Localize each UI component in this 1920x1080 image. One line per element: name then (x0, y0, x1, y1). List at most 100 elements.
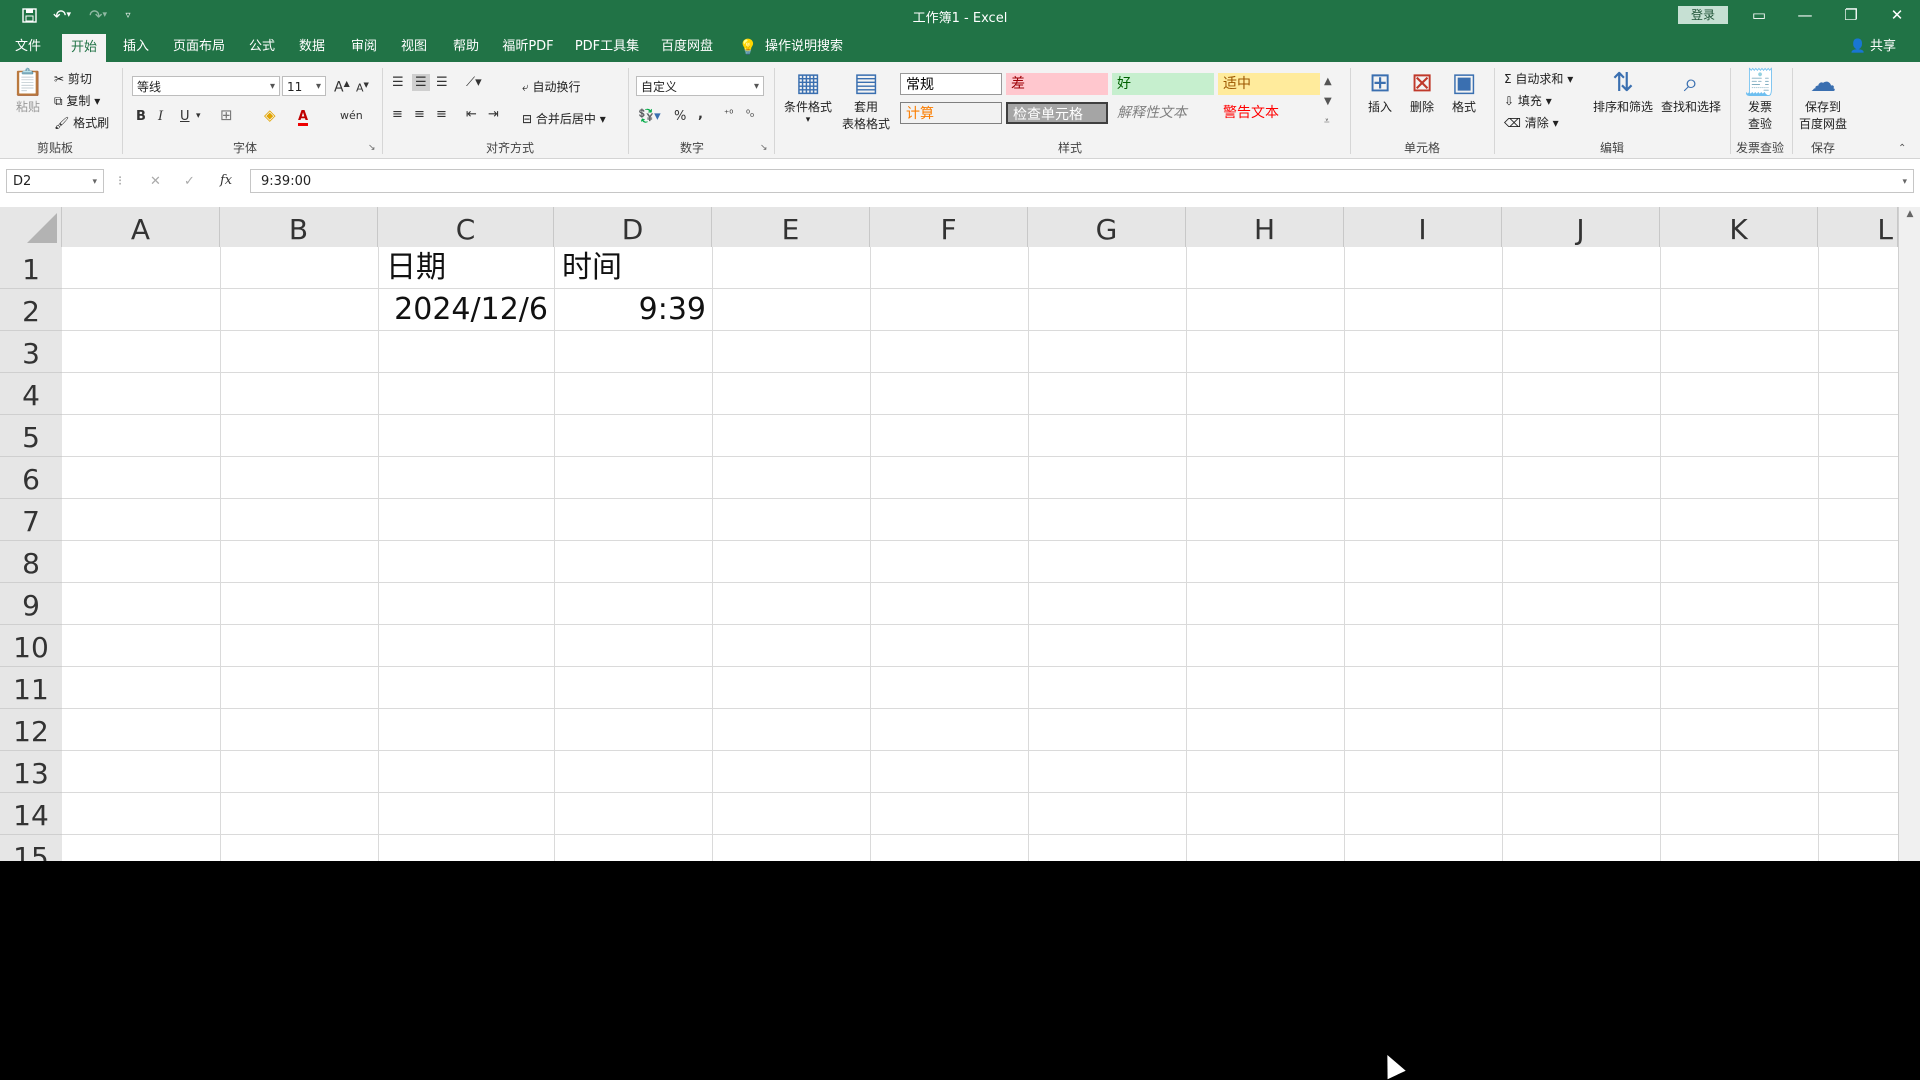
align-bottom-icon[interactable]: ☰ (436, 76, 448, 89)
phonetic-button[interactable]: wén (340, 110, 363, 121)
format-painter-button[interactable]: 🖌 格式刷 (54, 114, 109, 131)
style-check-cell[interactable]: 检查单元格 (1006, 102, 1108, 124)
align-left-icon[interactable]: ≡ (392, 108, 403, 121)
column-header-c[interactable]: C (378, 207, 554, 247)
minimize-button[interactable]: — (1782, 0, 1828, 30)
cut-button[interactable]: ✂ 剪切 (54, 70, 92, 87)
align-center-icon[interactable]: ≡ (414, 108, 425, 121)
tab-insert[interactable]: 插入 (116, 30, 156, 62)
fill-button[interactable]: ⇩ 填充 ▾ (1504, 92, 1552, 109)
find-select-button[interactable]: ⌕ 查找和选择 (1658, 68, 1724, 115)
decrease-indent-icon[interactable]: ⇤ (466, 108, 477, 121)
align-middle-icon[interactable]: ☰ (412, 74, 430, 91)
autosum-button[interactable]: Σ 自动求和 ▾ (1504, 70, 1573, 87)
row-header-6[interactable]: 6 (0, 457, 62, 499)
close-button[interactable]: ✕ (1874, 0, 1920, 30)
border-icon[interactable]: ⊞ (220, 108, 233, 123)
percent-button[interactable]: % (674, 110, 686, 123)
style-normal[interactable]: 常规 (900, 73, 1002, 95)
currency-icon[interactable]: 💱▾ (638, 110, 661, 123)
cell-d2[interactable]: 9:39 (554, 289, 706, 331)
row-header-3[interactable]: 3 (0, 331, 62, 373)
style-good[interactable]: 好 (1112, 73, 1214, 95)
conditional-format-button[interactable]: ▦ 条件格式 ▾ (780, 68, 836, 125)
column-header-d[interactable]: D (554, 207, 712, 247)
tab-home[interactable]: 开始 (62, 34, 106, 62)
insert-function-button[interactable]: fx (220, 174, 232, 187)
align-right-icon[interactable]: ≡ (436, 108, 447, 121)
tab-file[interactable]: 文件 (8, 30, 48, 62)
styles-scroll-icon[interactable]: ▲ ▼ ⩡ (1324, 72, 1332, 132)
name-box[interactable]: D2 ▾ (6, 169, 104, 193)
align-top-icon[interactable]: ☰ (392, 76, 404, 89)
style-calculation[interactable]: 计算 (900, 102, 1002, 124)
cancel-icon[interactable]: ✕ (150, 175, 161, 188)
bold-button[interactable]: B (136, 110, 146, 123)
format-cells-button[interactable]: ▣ 格式 (1444, 68, 1484, 115)
font-color-button[interactable]: A (298, 110, 309, 126)
select-all-corner[interactable] (0, 207, 62, 247)
style-warning[interactable]: 警告文本 (1218, 102, 1320, 124)
row-header-2[interactable]: 2 (0, 289, 62, 331)
increase-decimal-icon[interactable]: ⁺⁰ (724, 110, 733, 120)
tab-review[interactable]: 审阅 (344, 30, 384, 62)
cell-d1[interactable]: 时间 (562, 247, 622, 289)
scroll-up-icon[interactable]: ▲ (1899, 209, 1920, 219)
row-header-15[interactable]: 15 (0, 835, 62, 861)
copy-button[interactable]: ⧉ 复制 ▾ (54, 92, 100, 109)
login-button[interactable]: 登录 (1678, 6, 1728, 24)
number-format-select[interactable]: 自定义 ▾ (636, 76, 764, 96)
clear-button[interactable]: ⌫ 清除 ▾ (1504, 114, 1559, 131)
tab-data[interactable]: 数据 (292, 30, 332, 62)
invoice-check-button[interactable]: 🧾 发票 查验 (1734, 68, 1786, 132)
grow-font-button[interactable]: A▲ (334, 80, 350, 95)
tab-view[interactable]: 视图 (394, 30, 434, 62)
row-header-12[interactable]: 12 (0, 709, 62, 751)
decrease-decimal-icon[interactable]: ⁰₀ (746, 110, 754, 120)
chevron-down-icon[interactable]: ▾ (196, 112, 201, 121)
row-header-4[interactable]: 4 (0, 373, 62, 415)
column-header-b[interactable]: B (220, 207, 378, 247)
row-header-8[interactable]: 8 (0, 541, 62, 583)
column-header-f[interactable]: F (870, 207, 1028, 247)
tab-help[interactable]: 帮助 (446, 30, 486, 62)
save-to-baidu-button[interactable]: ☁ 保存到 百度网盘 (1794, 68, 1852, 132)
formula-input[interactable]: 9:39:00 ▾ (250, 169, 1914, 193)
row-header-1[interactable]: 1 (0, 247, 62, 289)
dialog-launcher-icon[interactable]: ↘ (760, 144, 768, 153)
fill-color-icon[interactable]: ◈ (264, 108, 276, 123)
collapse-ribbon-icon[interactable]: ⌃ (1898, 144, 1906, 154)
wrap-text-button[interactable]: ⤶ 自动换行 (522, 78, 581, 95)
row-header-7[interactable]: 7 (0, 499, 62, 541)
font-size-select[interactable]: 11 ▾ (282, 76, 326, 96)
row-header-10[interactable]: 10 (0, 625, 62, 667)
italic-button[interactable]: I (158, 110, 163, 123)
tab-baidu-netdisk[interactable]: 百度网盘 (656, 30, 718, 62)
dialog-launcher-icon[interactable]: ↘ (368, 144, 376, 153)
insert-cells-button[interactable]: ⊞ 插入 (1360, 68, 1400, 115)
tab-foxit-pdf[interactable]: 福昕PDF (496, 30, 560, 62)
tab-page-layout[interactable]: 页面布局 (168, 30, 230, 62)
style-explanatory[interactable]: 解释性文本 (1112, 102, 1214, 124)
column-header-j[interactable]: J (1502, 207, 1660, 247)
merge-center-button[interactable]: ⊟ 合并后居中 ▾ (522, 110, 606, 127)
shrink-font-button[interactable]: A▼ (356, 82, 369, 94)
style-neutral[interactable]: 适中 (1218, 73, 1320, 95)
row-header-9[interactable]: 9 (0, 583, 62, 625)
column-header-h[interactable]: H (1186, 207, 1344, 247)
column-header-a[interactable]: A (62, 207, 220, 247)
tab-pdf-tools[interactable]: PDF工具集 (572, 30, 642, 62)
column-header-i[interactable]: I (1344, 207, 1502, 247)
column-header-g[interactable]: G (1028, 207, 1186, 247)
orientation-icon[interactable]: ⟋▾ (466, 76, 482, 89)
paste-button[interactable]: 📋 粘贴 (10, 68, 46, 115)
increase-indent-icon[interactable]: ⇥ (488, 108, 499, 121)
style-bad[interactable]: 差 (1006, 73, 1108, 95)
row-header-13[interactable]: 13 (0, 751, 62, 793)
underline-button[interactable]: U (180, 110, 190, 123)
font-name-select[interactable]: 等线 ▾ (132, 76, 280, 96)
cell-c1[interactable]: 日期 (386, 247, 446, 289)
tab-formulas[interactable]: 公式 (242, 30, 282, 62)
sort-filter-button[interactable]: ⇅ 排序和筛选 (1590, 68, 1656, 115)
column-header-k[interactable]: K (1660, 207, 1818, 247)
